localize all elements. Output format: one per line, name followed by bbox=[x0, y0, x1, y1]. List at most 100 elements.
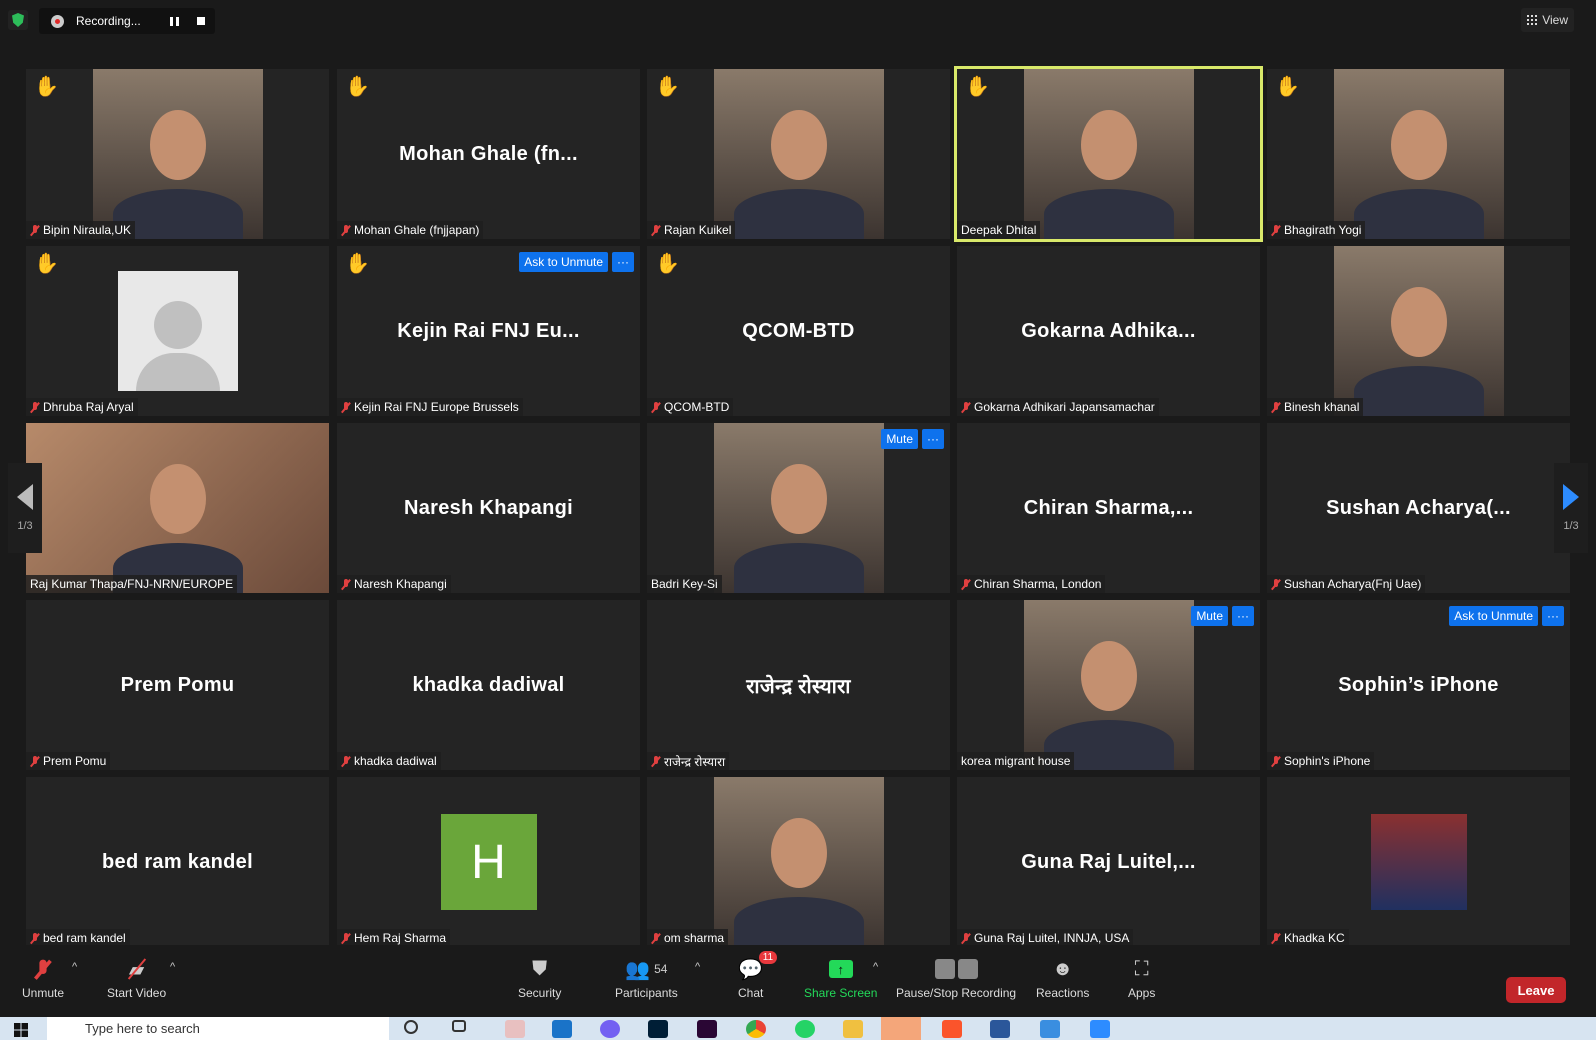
task-view-icon[interactable] bbox=[452, 1020, 466, 1032]
next-page-button[interactable]: 1/3 bbox=[1554, 463, 1588, 553]
mic-muted-icon bbox=[38, 957, 48, 981]
participants-caret[interactable]: ^ bbox=[695, 961, 700, 973]
photos-icon[interactable] bbox=[1040, 1020, 1060, 1038]
participant-tile[interactable]: Sushan Acharya(... Sushan Acharya(Fnj Uae… bbox=[1267, 423, 1570, 593]
cortana-icon[interactable] bbox=[404, 1020, 418, 1034]
share-screen-label: Share Screen bbox=[804, 986, 878, 1000]
mute-button[interactable]: Mute bbox=[1191, 606, 1228, 626]
audio-options-caret[interactable]: ^ bbox=[72, 961, 77, 973]
prev-page-button[interactable]: 1/3 bbox=[8, 463, 42, 553]
participant-name: Mohan Ghale (fnjjapan) bbox=[354, 223, 480, 237]
mic-muted-icon bbox=[341, 932, 351, 944]
participant-name: Prem Pomu bbox=[43, 754, 107, 768]
mail-icon[interactable] bbox=[552, 1020, 572, 1038]
file-explorer-icon[interactable] bbox=[843, 1020, 863, 1038]
participant-display-name: Chiran Sharma,... bbox=[1023, 496, 1194, 519]
participant-video bbox=[713, 777, 884, 947]
viber-icon[interactable] bbox=[600, 1020, 620, 1038]
participant-profile-photo bbox=[1370, 814, 1467, 910]
participant-tile[interactable]: Mute ··· korea migrant house bbox=[957, 600, 1260, 770]
security-button[interactable]: ⛊ Security bbox=[518, 957, 562, 1001]
participant-tile[interactable]: om sharma bbox=[647, 777, 950, 947]
windows-start-icon[interactable] bbox=[14, 1023, 28, 1037]
premiere-icon[interactable] bbox=[697, 1020, 717, 1038]
reactions-button[interactable]: ☻ Reactions bbox=[1036, 957, 1089, 1001]
avatar-letter: H bbox=[440, 814, 537, 910]
participant-tile[interactable]: Binesh khanal bbox=[1267, 246, 1570, 416]
participant-tile[interactable]: ✋ Bhagirath Yogi bbox=[1267, 69, 1570, 239]
taskbar-search[interactable]: Type here to search bbox=[47, 1017, 389, 1040]
zoom-icon[interactable] bbox=[1090, 1020, 1110, 1038]
participant-tile[interactable]: H Hem Raj Sharma bbox=[337, 777, 640, 947]
view-button[interactable]: View bbox=[1521, 8, 1574, 32]
mute-button[interactable]: Mute bbox=[881, 429, 918, 449]
participant-tile[interactable]: ✋ Rajan Kuikel bbox=[647, 69, 950, 239]
mic-muted-icon bbox=[961, 401, 971, 413]
raised-hand-icon: ✋ bbox=[34, 253, 59, 275]
participant-name: QCOM-BTD bbox=[664, 400, 730, 414]
chat-button[interactable]: 💬 11 Chat bbox=[738, 951, 778, 1000]
apps-button[interactable]: ⛶ Apps bbox=[1128, 957, 1156, 1001]
security-label: Security bbox=[518, 986, 562, 1000]
share-screen-icon: ↑ bbox=[828, 957, 853, 981]
participant-display-name: khadka dadiwal bbox=[412, 673, 565, 696]
security-shield-icon[interactable] bbox=[8, 10, 28, 30]
participant-name-label: Prem Pomu bbox=[26, 752, 111, 770]
participant-name: Bhagirath Yogi bbox=[1284, 223, 1362, 237]
brave-icon[interactable] bbox=[942, 1020, 962, 1038]
participant-tile[interactable]: Chiran Sharma,... Chiran Sharma, London bbox=[957, 423, 1260, 593]
participant-tile[interactable]: Guna Raj Luitel,... Guna Raj Luitel, INNJ… bbox=[957, 777, 1260, 947]
participant-name-label: Raj Kumar Thapa/FNJ-NRN/EUROPE bbox=[26, 575, 238, 593]
stop-recording-button[interactable] bbox=[197, 17, 205, 25]
chat-label: Chat bbox=[738, 986, 764, 1000]
word-icon[interactable] bbox=[990, 1020, 1010, 1038]
unmute-button[interactable]: Unmute bbox=[22, 957, 64, 1000]
participant-tile[interactable]: Prem Pomu Prem Pomu bbox=[26, 600, 329, 770]
participant-display-name: Sushan Acharya(... bbox=[1326, 496, 1511, 519]
participant-tile[interactable]: Sophin’s iPhone Ask to Unmute ··· Sophin's … bbox=[1267, 600, 1570, 770]
participant-display-name: Gokarna Adhika... bbox=[1021, 319, 1196, 342]
start-video-button[interactable]: ▰ Start Video bbox=[107, 957, 166, 1000]
more-options-button[interactable]: ··· bbox=[922, 429, 944, 449]
opera-icon[interactable] bbox=[881, 1017, 921, 1040]
participants-button[interactable]: 👥 54 Participants bbox=[615, 957, 678, 1001]
participant-tile[interactable]: Naresh Khapangi Naresh Khapangi bbox=[337, 423, 640, 593]
participant-tile[interactable]: ✋ Bipin Niraula,UK bbox=[26, 69, 329, 239]
meeting-toolbar: Unmute ^ ▰ Start Video ^ ⛊ Security 👥54 Par… bbox=[0, 945, 1596, 1017]
more-options-button[interactable]: ··· bbox=[1232, 606, 1254, 626]
more-options-button[interactable]: ··· bbox=[1542, 606, 1564, 626]
participant-name-label: Mohan Ghale (fnjjapan) bbox=[337, 221, 484, 239]
whatsapp-icon[interactable] bbox=[795, 1020, 815, 1038]
participant-tile[interactable]: Khadka KC bbox=[1267, 777, 1570, 947]
participant-name: Khadka KC bbox=[1284, 931, 1345, 945]
participant-tile[interactable]: ✋ Dhruba Raj Aryal bbox=[26, 246, 329, 416]
participant-tile[interactable]: khadka dadiwal khadka dadiwal bbox=[337, 600, 640, 770]
participant-tile[interactable]: Gokarna Adhika... Gokarna Adhikari Japans… bbox=[957, 246, 1260, 416]
more-options-button[interactable]: ··· bbox=[612, 252, 634, 272]
share-options-caret[interactable]: ^ bbox=[873, 961, 878, 973]
participant-name: Sophin's iPhone bbox=[1284, 754, 1371, 768]
participant-tile[interactable]: Raj Kumar Thapa/FNJ-NRN/EUROPE bbox=[26, 423, 329, 593]
pause-stop-recording-button[interactable]: Pause/Stop Recording bbox=[896, 957, 1016, 1000]
ask-to-unmute-button[interactable]: Ask to Unmute bbox=[519, 252, 608, 272]
participant-tile[interactable]: राजेन्द्र रोस्यारा राजेन्द्र रोस्यारा bbox=[647, 600, 950, 770]
chrome-icon[interactable] bbox=[746, 1020, 766, 1038]
pause-recording-button[interactable] bbox=[170, 16, 179, 26]
participant-tile[interactable]: QCOM-BTD ✋ QCOM-BTD bbox=[647, 246, 950, 416]
video-options-caret[interactable]: ^ bbox=[170, 961, 175, 973]
participant-tile[interactable]: ✋ Deepak Dhital bbox=[954, 66, 1263, 242]
participant-video bbox=[1333, 69, 1504, 239]
chat-icon: 💬 11 bbox=[738, 951, 778, 981]
apps-label: Apps bbox=[1128, 986, 1156, 1000]
share-screen-button[interactable]: ↑ Share Screen bbox=[804, 957, 877, 1000]
participant-tile[interactable]: Mute ··· Badri Key-Si bbox=[647, 423, 950, 593]
participant-tile[interactable]: Mohan Ghale (fn... ✋ Mohan Ghale (fnjjapan… bbox=[337, 69, 640, 239]
photoshop-icon[interactable] bbox=[648, 1020, 668, 1038]
leave-button[interactable]: Leave bbox=[1506, 977, 1566, 1003]
app-icon[interactable] bbox=[505, 1020, 525, 1038]
participant-tile[interactable]: Kejin Rai FNJ Eu... ✋ Ask to Unmute ··· Keji… bbox=[337, 246, 640, 416]
participant-tile[interactable]: bed ram kandel bed ram kandel bbox=[26, 777, 329, 947]
ask-to-unmute-button[interactable]: Ask to Unmute bbox=[1449, 606, 1538, 626]
mic-muted-icon bbox=[341, 578, 351, 590]
apps-icon: ⛶ bbox=[1134, 957, 1149, 980]
